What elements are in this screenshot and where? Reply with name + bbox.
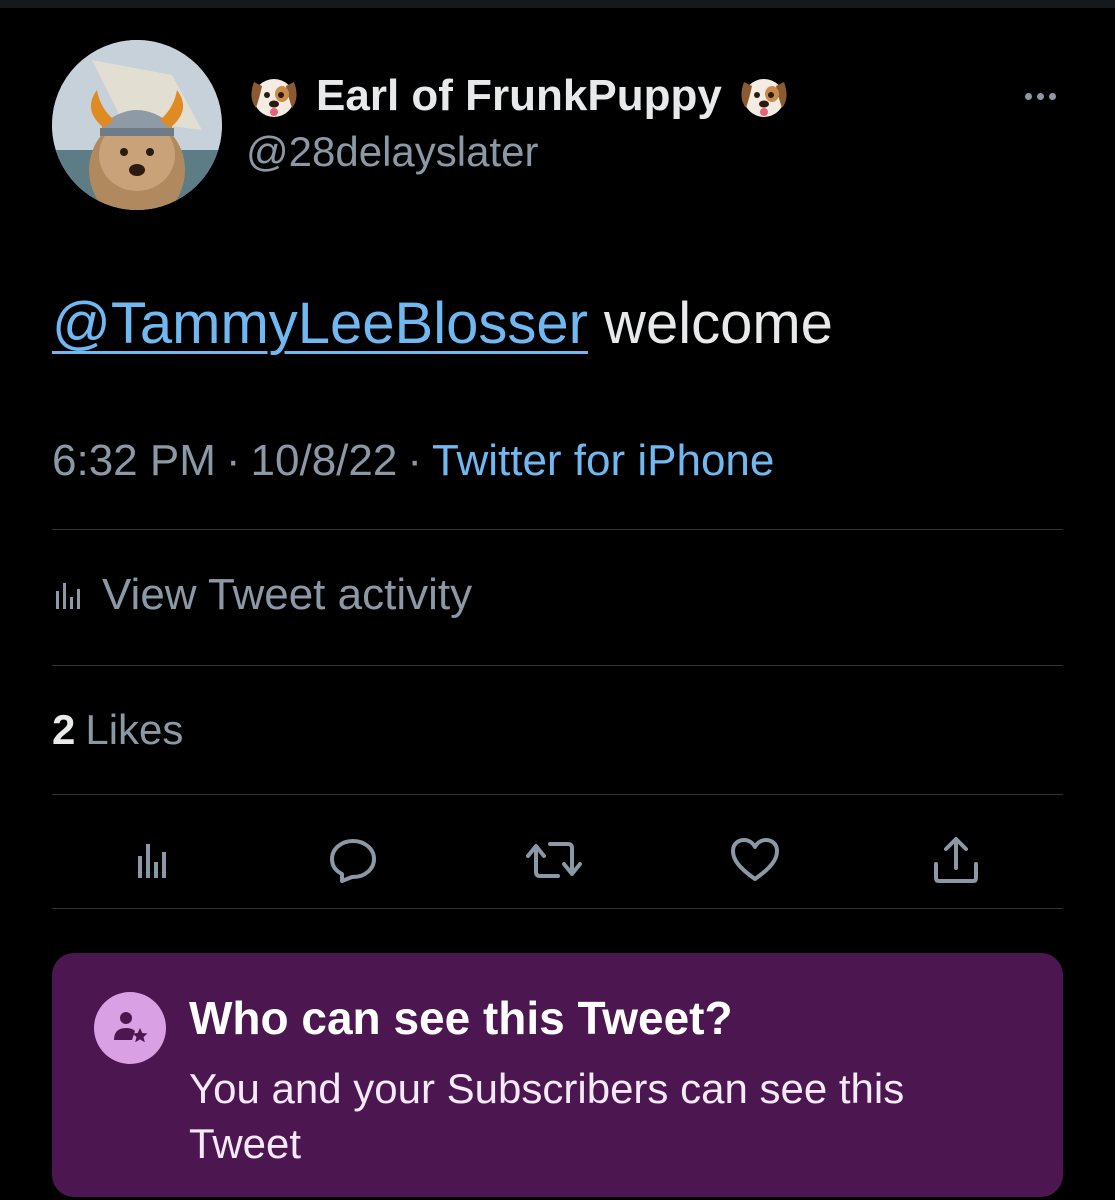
dog-face-icon [251,79,297,117]
more-horizontal-icon [1024,92,1032,100]
likes-number: 2 [52,706,76,753]
dog-face-icon [741,79,787,117]
more-dot [1036,92,1044,100]
divider [52,908,1063,909]
tweet-text: @TammyLeeBlosser welcome [52,290,833,357]
avatar-image [52,40,222,210]
subscriber-icon-glyph [114,1012,148,1043]
tweet-body: welcome [587,291,833,356]
analytics-icon [138,844,166,878]
divider [52,529,1063,530]
analytics-button[interactable] [122,830,182,890]
audience-title: Who can see this Tweet? [189,992,733,1044]
audience-notice: Who can see this Tweet? You and your Sub… [52,953,1063,1197]
subscriber-icon [94,992,166,1064]
display-name[interactable]: Earl of FrunkPuppy [246,66,792,126]
divider [52,794,1063,795]
avatar[interactable] [52,40,222,210]
like-icon [731,838,779,881]
user-handle[interactable]: @28delayslater [246,128,538,176]
meta-separator: · [225,436,241,485]
tweet-date[interactable]: 10/8/22 [251,436,398,485]
like-button[interactable] [725,830,785,890]
likes-count[interactable]: 2 Likes [52,706,183,754]
likes-label: Likes [85,706,184,753]
share-button[interactable] [926,830,986,890]
analytics-icon [56,583,80,609]
reply-icon [330,839,376,883]
tweet-detail-screen: Earl of FrunkPuppy @28delayslater @Tammy… [0,0,1115,1200]
retweet-icon [526,842,582,878]
more-options-button[interactable] [1012,76,1068,116]
tweet-time[interactable]: 6:32 PM [52,436,216,485]
tweet-meta: 6:32 PM · 10/8/22 · Twitter for iPhone [52,436,774,486]
mention-link[interactable]: @TammyLeeBlosser [52,291,588,356]
divider [52,665,1063,666]
share-icon [934,837,978,883]
display-name-text: Earl of FrunkPuppy [316,71,722,120]
retweet-button[interactable] [524,830,584,890]
view-tweet-activity-label: View Tweet activity [102,570,473,619]
top-border [0,0,1115,8]
meta-separator: · [407,436,422,485]
reply-button[interactable] [323,830,383,890]
view-tweet-activity-button[interactable]: View Tweet activity [52,565,472,625]
tweet-action-bar [52,820,1063,900]
more-dot [1048,92,1056,100]
audience-description: You and your Subscribers can see this Tw… [189,1065,905,1167]
tweet-source-link[interactable]: Twitter for iPhone [432,436,774,485]
